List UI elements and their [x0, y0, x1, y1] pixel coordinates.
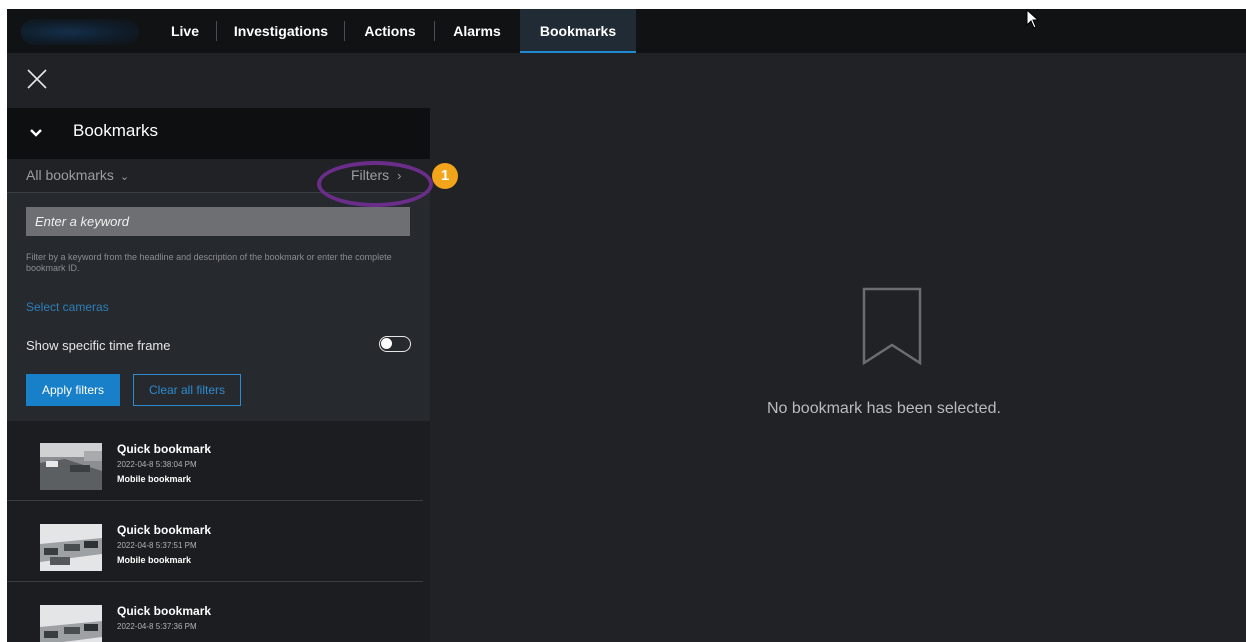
bookmark-icon: [862, 287, 922, 366]
bookmark-time: 2022-04-8 5:38:04 PM: [117, 460, 197, 469]
chevron-down-icon[interactable]: [29, 127, 43, 139]
mouse-cursor-icon: [1026, 9, 1040, 29]
tab-actions[interactable]: Actions: [347, 9, 433, 53]
close-icon[interactable]: [25, 67, 49, 91]
tab-live[interactable]: Live: [154, 9, 216, 53]
apply-filters-button[interactable]: Apply filters: [26, 374, 120, 406]
clear-filters-button[interactable]: Clear all filters: [133, 374, 241, 406]
nav-divider: [216, 21, 217, 41]
bookmark-thumbnail: [40, 605, 102, 642]
bookmark-time: 2022-04-8 5:37:51 PM: [117, 541, 197, 550]
brand-logo: [21, 19, 139, 45]
panel-header[interactable]: Bookmarks: [7, 108, 430, 159]
bookmark-title: Quick bookmark: [117, 523, 212, 537]
bookmark-list-item[interactable]: Quick bookmark 2022-04-8 5:37:36 PM: [7, 583, 423, 642]
tab-bookmarks[interactable]: Bookmarks: [520, 9, 636, 53]
bookmark-thumbnail: [40, 524, 102, 571]
bookmark-list: Quick bookmark 2022-04-8 5:38:04 PM Mobi…: [7, 421, 430, 642]
time-frame-toggle[interactable]: [379, 336, 411, 352]
all-bookmarks-label: All bookmarks: [26, 167, 114, 183]
bookmark-title: Quick bookmark: [117, 604, 212, 618]
bookmark-list-item[interactable]: Quick bookmark 2022-04-8 5:37:51 PM Mobi…: [7, 502, 423, 582]
filters-highlight-oval: [317, 161, 433, 207]
nav-divider: [434, 21, 435, 41]
callout-badge: 1: [432, 163, 458, 189]
chevron-down-icon: ⌄: [119, 171, 130, 183]
all-bookmarks-dropdown[interactable]: All bookmarks ⌄: [26, 167, 129, 183]
empty-state-message: No bookmark has been selected.: [767, 400, 1001, 417]
bookmark-thumbnail: [40, 443, 102, 490]
bookmark-subtitle: Mobile bookmark: [117, 474, 192, 484]
bookmark-subtitle: Mobile bookmark: [117, 555, 192, 565]
keyword-input[interactable]: [26, 207, 410, 236]
app-window: Live Investigations Actions Alarms Bookm…: [7, 9, 1246, 642]
bookmark-list-item[interactable]: Quick bookmark 2022-04-8 5:38:04 PM Mobi…: [7, 421, 423, 501]
toggle-knob: [381, 338, 392, 349]
select-cameras-link[interactable]: Select cameras: [26, 300, 109, 314]
panel-title: Bookmarks: [73, 121, 159, 140]
time-frame-label: Show specific time frame: [26, 338, 171, 353]
keyword-hint: Filter by a keyword from the headline an…: [26, 252, 392, 273]
bookmark-title: Quick bookmark: [117, 442, 212, 456]
bookmark-time: 2022-04-8 5:37:36 PM: [117, 622, 197, 631]
top-navigation: Live Investigations Actions Alarms Bookm…: [7, 9, 1246, 53]
tab-investigations[interactable]: Investigations: [219, 9, 343, 53]
tab-alarms[interactable]: Alarms: [437, 9, 517, 53]
nav-divider: [344, 21, 345, 41]
